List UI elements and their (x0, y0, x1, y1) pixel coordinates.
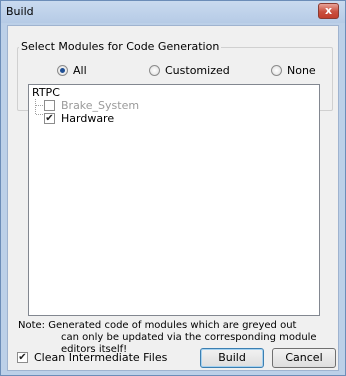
radio-none[interactable]: None (271, 63, 316, 77)
cancel-button[interactable]: Cancel (272, 348, 336, 368)
tree-connector (36, 105, 43, 106)
brake-system-checkbox[interactable] (44, 100, 55, 111)
radio-none-icon (271, 64, 282, 76)
radio-customized[interactable]: Customized (149, 63, 230, 77)
clean-intermediate-files-label: Clean Intermediate Files (34, 351, 168, 364)
tree-item-label: Brake_System (61, 99, 140, 112)
dialog-client: Select Modules for Code Generation All C… (7, 25, 339, 371)
clean-intermediate-files-checkbox[interactable]: ✔ (17, 352, 28, 363)
radio-customized-label: Customized (165, 63, 230, 77)
tree-item-hardware[interactable]: ✔ Hardware (44, 112, 114, 125)
close-button[interactable]: x (318, 3, 339, 19)
tree-root-rtpc[interactable]: RTPC (32, 86, 60, 99)
note-line-1: Note: Generated code of modules which ar… (18, 320, 297, 331)
radio-none-label: None (287, 63, 316, 77)
radio-all-label: All (73, 63, 87, 77)
tree-connector (35, 99, 36, 114)
close-icon: x (324, 4, 333, 17)
build-button[interactable]: Build (200, 348, 264, 368)
group-legend: Select Modules for Code Generation (19, 40, 222, 53)
tree-connector (36, 114, 43, 115)
radio-customized-icon (149, 64, 160, 76)
clean-intermediate-files-option[interactable]: ✔ Clean Intermediate Files (17, 351, 167, 364)
radio-all[interactable]: All (57, 63, 87, 77)
tree-item-brake-system[interactable]: Brake_System (44, 99, 139, 112)
tree-item-label: Hardware (61, 112, 115, 125)
hardware-checkbox[interactable]: ✔ (44, 113, 55, 124)
window-title: Build (6, 5, 34, 18)
title-bar[interactable]: Build x (1, 1, 345, 23)
radio-all-icon (57, 64, 68, 76)
build-dialog: Build x Select Modules for Code Generati… (0, 0, 346, 376)
module-tree[interactable]: RTPC Brake_System ✔ Hardware (28, 84, 320, 316)
